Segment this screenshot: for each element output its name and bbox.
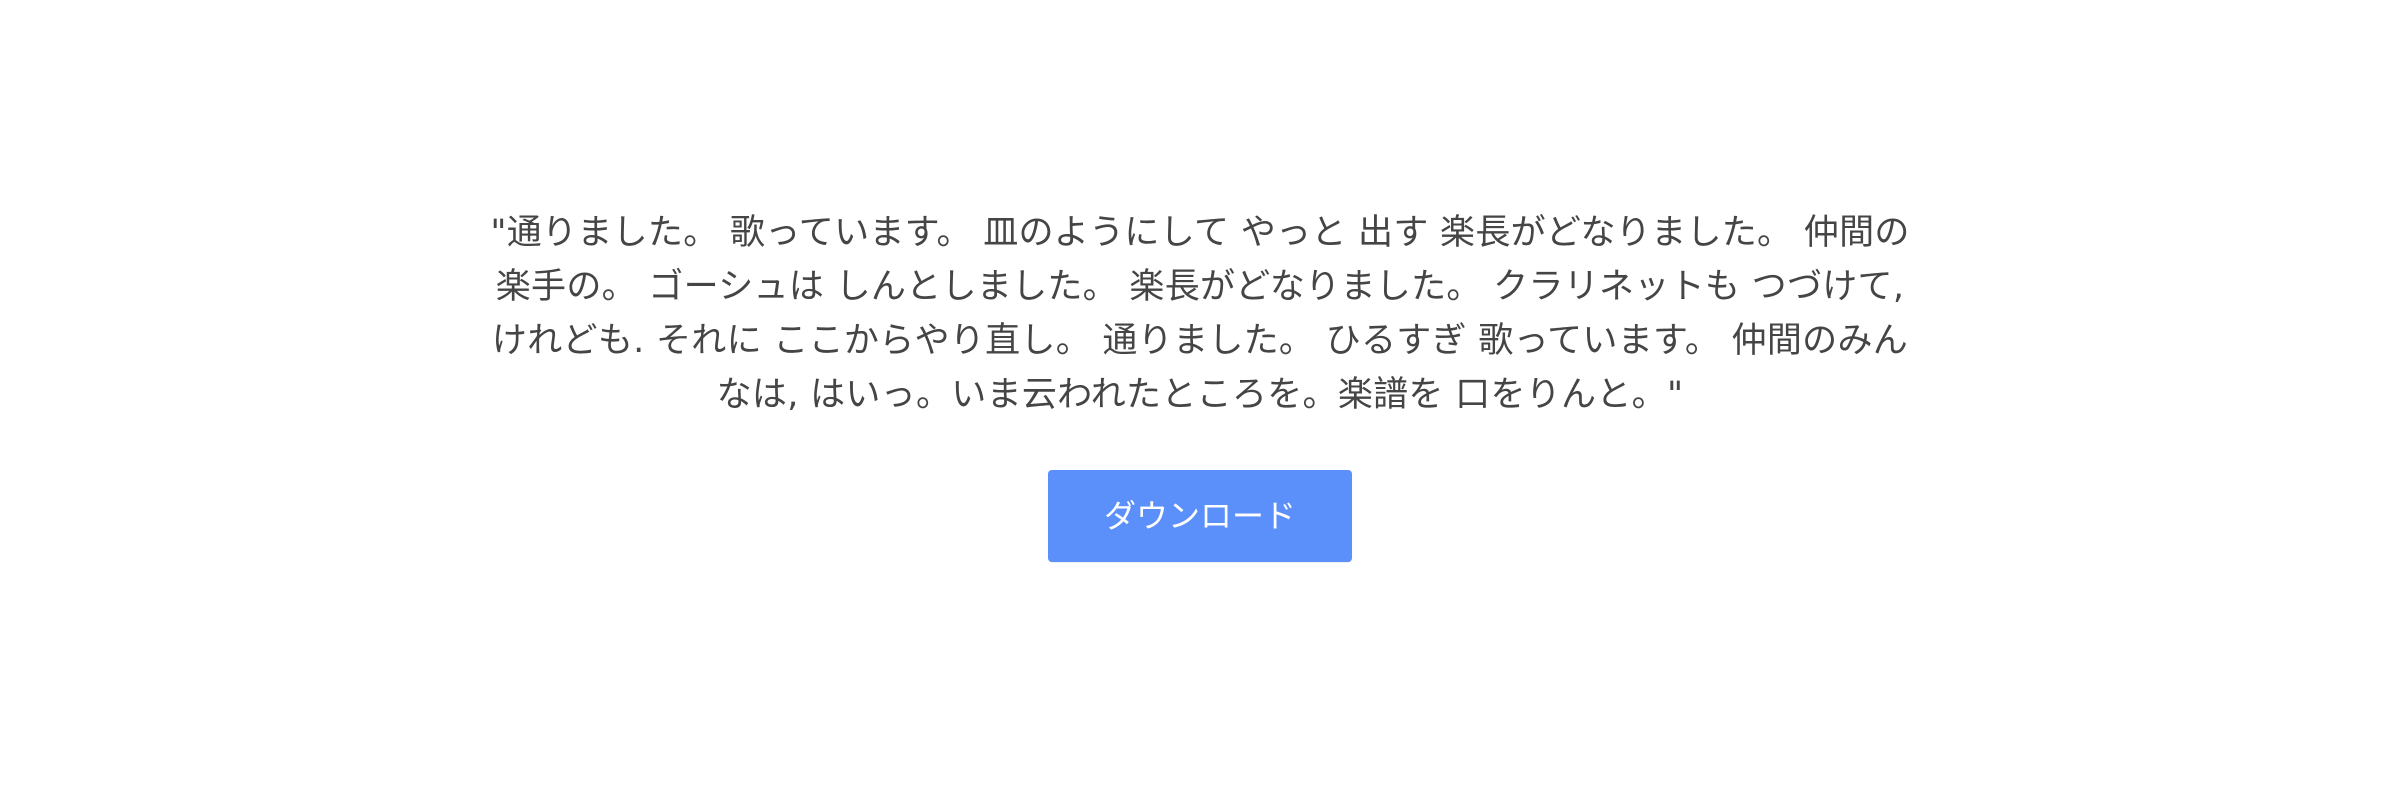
download-button[interactable]: ダウンロード xyxy=(1048,470,1352,562)
main-content: "通りました。 歌っています。 皿のようにして やっと 出す 楽長がどなりました… xyxy=(478,206,1922,562)
quote-text: "通りました。 歌っています。 皿のようにして やっと 出す 楽長がどなりました… xyxy=(490,213,1910,415)
